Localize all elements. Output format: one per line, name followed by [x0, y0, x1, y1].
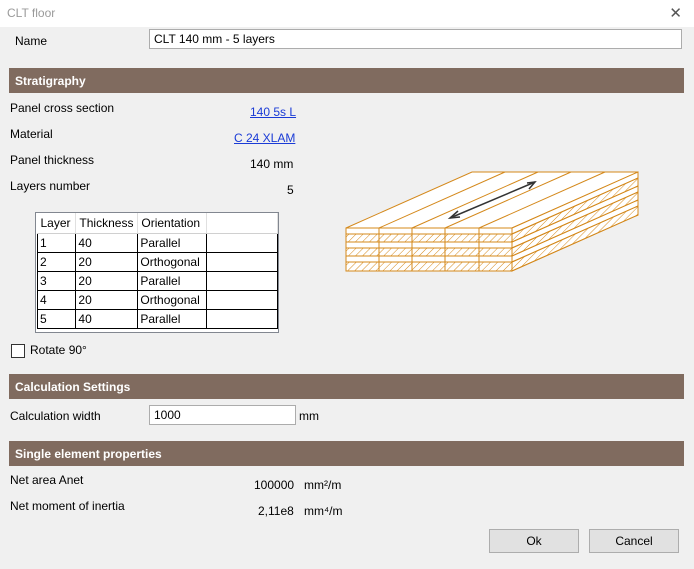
name-label: Name — [15, 34, 48, 48]
cell-layer[interactable]: 4 — [36, 290, 77, 310]
layers-grid: Layer Thickness Orientation 1 40 Paralle… — [36, 213, 278, 329]
inertia-unit: mm⁴/m — [304, 504, 343, 518]
calculation-width-unit: mm — [299, 409, 319, 423]
cell-layer[interactable]: 3 — [36, 271, 77, 291]
panel-thickness-label: Panel thickness — [10, 153, 95, 167]
stratigraphy-header: Stratigraphy — [9, 68, 684, 93]
inertia-value: 2,11e8 — [258, 504, 294, 518]
table-row[interactable]: 2 20 Orthogonal — [36, 252, 278, 272]
cell-thickness[interactable]: 40 — [75, 233, 139, 253]
net-area-unit: mm²/m — [304, 478, 342, 492]
inertia-label: Net moment of inertia — [10, 499, 125, 513]
rotate-checkbox[interactable] — [11, 344, 25, 358]
cell-empty — [206, 290, 278, 310]
single-element-properties-header-label: Single element properties — [15, 447, 162, 461]
calculation-width-label: Calculation width — [10, 409, 101, 423]
cell-thickness[interactable]: 20 — [75, 290, 139, 310]
calculation-settings-header: Calculation Settings — [9, 374, 684, 399]
cell-orientation[interactable]: Parallel — [137, 233, 208, 253]
cell-orientation[interactable]: Parallel — [137, 271, 208, 291]
material-link[interactable]: C 24 XLAM — [234, 131, 295, 145]
material-label: Material — [10, 127, 53, 141]
table-row[interactable]: 1 40 Parallel — [36, 233, 278, 253]
cell-orientation[interactable]: Orthogonal — [137, 252, 208, 272]
layers-header-row: Layer Thickness Orientation — [37, 213, 278, 234]
column-header-orientation[interactable]: Orientation — [137, 213, 208, 234]
panel-thickness-value: 140 mm — [250, 157, 294, 171]
cell-orientation[interactable]: Orthogonal — [137, 290, 208, 310]
ok-button[interactable]: Ok — [489, 529, 579, 553]
calculation-settings-header-label: Calculation Settings — [15, 380, 131, 394]
column-header-layer[interactable]: Layer — [37, 213, 77, 234]
table-row[interactable]: 5 40 Parallel — [36, 309, 278, 329]
cell-thickness[interactable]: 20 — [75, 252, 139, 272]
close-icon[interactable]: ✕ — [669, 4, 682, 22]
clt-panel-diagram — [345, 171, 639, 272]
layers-table[interactable]: Layer Thickness Orientation 1 40 Paralle… — [35, 212, 279, 333]
net-area-label: Net area Anet — [10, 473, 84, 487]
stratigraphy-header-label: Stratigraphy — [15, 74, 86, 88]
cell-empty — [206, 309, 278, 329]
cell-layer[interactable]: 5 — [36, 309, 77, 329]
single-element-properties-header: Single element properties — [9, 441, 684, 466]
column-header-thickness[interactable]: Thickness — [75, 213, 139, 234]
title-bar: CLT floor ✕ — [0, 0, 694, 27]
cell-thickness[interactable]: 20 — [75, 271, 139, 291]
panel-cross-section-link[interactable]: 140 5s L — [250, 105, 296, 119]
net-area-value: 100000 — [254, 478, 295, 492]
cancel-button[interactable]: Cancel — [589, 529, 679, 553]
cell-thickness[interactable]: 40 — [75, 309, 139, 329]
table-row[interactable]: 4 20 Orthogonal — [36, 290, 278, 310]
cell-orientation[interactable]: Parallel — [137, 309, 208, 329]
layers-number-label: Layers number — [10, 179, 91, 193]
column-header-empty — [206, 213, 278, 234]
window-title: CLT floor — [7, 6, 56, 20]
rotate-label: Rotate 90° — [30, 343, 87, 357]
cell-layer[interactable]: 2 — [36, 252, 77, 272]
table-row[interactable]: 3 20 Parallel — [36, 271, 278, 291]
calculation-width-input[interactable] — [149, 405, 296, 425]
cell-empty — [206, 271, 278, 291]
cell-empty — [206, 233, 278, 253]
cell-empty — [206, 252, 278, 272]
layers-number-value: 5 — [287, 183, 294, 197]
panel-cross-section-label: Panel cross section — [10, 101, 115, 115]
cell-layer[interactable]: 1 — [36, 233, 77, 253]
name-input[interactable] — [149, 29, 682, 49]
